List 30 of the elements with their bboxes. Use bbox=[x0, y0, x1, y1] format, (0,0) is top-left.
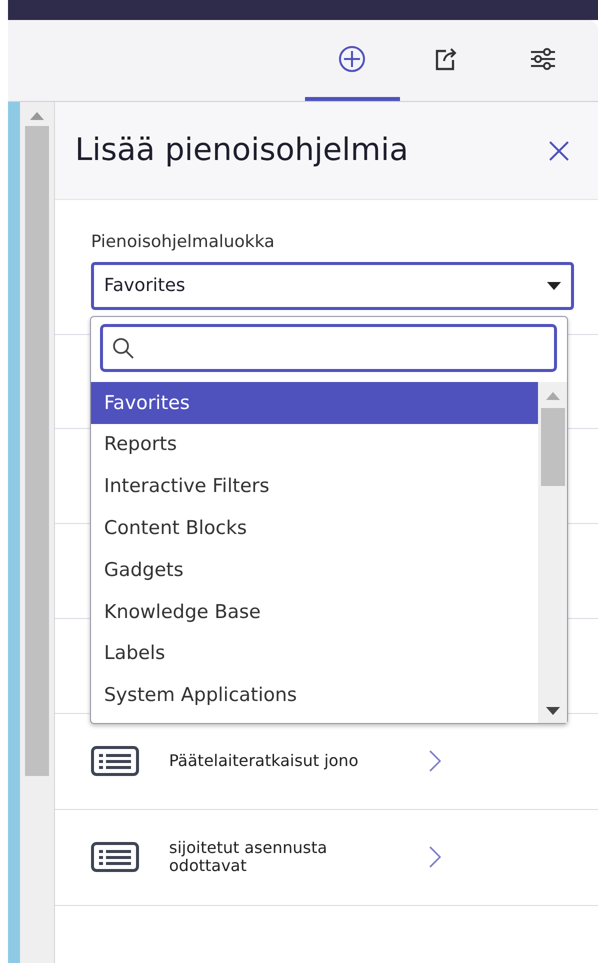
chevron-right-icon bbox=[429, 846, 441, 868]
chevron-right-icon bbox=[429, 750, 441, 772]
field-label: Pienoisohjelmaluokka bbox=[91, 231, 276, 254]
dropdown-option[interactable]: Gadgets bbox=[91, 549, 538, 591]
dropdown-option[interactable]: System Applications bbox=[91, 674, 538, 716]
search-icon bbox=[111, 336, 135, 360]
scroll-up-icon[interactable] bbox=[30, 112, 44, 120]
dropdown-option[interactable]: Reports bbox=[91, 424, 538, 466]
dropdown-option[interactable]: Labels bbox=[91, 632, 538, 675]
widget-item[interactable]: sijoitetut asennusta odottavat bbox=[55, 810, 598, 906]
dropdown-option[interactable]: Favorites bbox=[91, 382, 538, 424]
scrollbar-thumb[interactable] bbox=[25, 126, 49, 776]
dropdown-option[interactable]: Content Blocks bbox=[91, 507, 538, 550]
scroll-down-icon[interactable] bbox=[546, 707, 560, 715]
scrollbar[interactable] bbox=[20, 102, 55, 963]
dropdown-option[interactable]: Interactive Filters bbox=[91, 466, 538, 508]
list-icon bbox=[91, 842, 139, 872]
scrollbar[interactable] bbox=[538, 382, 567, 723]
panel-title: Lisää pienoisohjelmia bbox=[75, 132, 408, 170]
close-icon bbox=[548, 140, 570, 162]
scrollbar-thumb[interactable] bbox=[540, 408, 564, 486]
add-icon bbox=[338, 44, 368, 72]
dropdown-caret-icon bbox=[547, 282, 561, 290]
widget-name: Päätelaiteratkaisut jono bbox=[169, 752, 360, 770]
list-icon bbox=[91, 746, 139, 776]
dropdown-option[interactable]: Knowledge Base bbox=[91, 590, 538, 633]
scroll-up-icon[interactable] bbox=[546, 392, 560, 400]
category-select[interactable]: Favorites bbox=[91, 262, 574, 310]
widget-name: sijoitetut asennusta odottavat bbox=[169, 838, 328, 876]
search-field[interactable] bbox=[100, 324, 557, 372]
